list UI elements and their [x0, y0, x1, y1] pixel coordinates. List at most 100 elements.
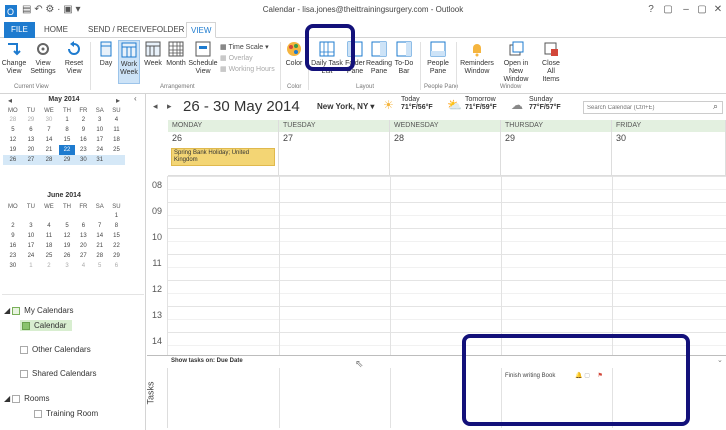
calendar-item[interactable]: Calendar	[20, 320, 73, 331]
overlay-button[interactable]: ▦ Overlay	[220, 53, 275, 64]
month-view-button[interactable]: Month	[164, 40, 188, 68]
close-all-items-button[interactable]: Close All Items	[538, 40, 564, 84]
checkbox[interactable]	[20, 369, 28, 378]
calendar-day[interactable]: 18	[39, 241, 59, 251]
calendar-day[interactable]: 15	[108, 231, 125, 241]
search-calendar-input[interactable]	[583, 101, 723, 114]
minimize-button[interactable]: –	[678, 3, 694, 17]
search-icon[interactable]: ⌕	[713, 101, 718, 112]
reminders-window-button[interactable]: Reminders Window	[460, 40, 494, 76]
calendar-day[interactable]: 12	[59, 231, 75, 241]
all-day-cell[interactable]	[501, 132, 612, 176]
calendar-day[interactable]: 6	[23, 125, 39, 135]
tab-view[interactable]: VIEW	[186, 22, 217, 38]
calendar-day[interactable]: 14	[39, 135, 59, 145]
calendar-day[interactable]: 21	[39, 145, 59, 155]
training-room-item[interactable]: Training Room	[34, 409, 98, 418]
checkbox[interactable]	[12, 394, 21, 403]
calendar-day[interactable]: 24	[23, 251, 39, 261]
calendar-day[interactable]: 7	[92, 221, 108, 231]
rooms-group[interactable]: ◢ Rooms	[4, 394, 50, 403]
all-day-cell[interactable]	[612, 132, 726, 176]
calendar-day[interactable]: 13	[75, 231, 91, 241]
calendar-day[interactable]: 20	[75, 241, 91, 251]
calendar-day[interactable]: 26	[59, 251, 75, 261]
calendar-day[interactable]: 23	[75, 145, 91, 155]
calendar-day[interactable]: 13	[23, 135, 39, 145]
calendar-day[interactable]: 28	[92, 251, 108, 261]
calendar-day[interactable]: 8	[59, 125, 75, 135]
calendar-day[interactable]: 17	[92, 135, 108, 145]
calendar-day[interactable]: 3	[92, 115, 108, 125]
calendar-day[interactable]: 8	[108, 221, 125, 231]
work-week-view-button[interactable]: Work Week	[118, 40, 140, 84]
next-week-arrow[interactable]: ▸	[167, 101, 172, 112]
calendar-day[interactable]: 16	[75, 135, 91, 145]
calendar-day[interactable]: 29	[23, 115, 39, 125]
ribbon-display-button[interactable]: ▢	[660, 3, 676, 17]
calendar-day[interactable]: 28	[3, 115, 23, 125]
calendar-day[interactable]: 5	[92, 261, 108, 271]
time-scale-button[interactable]: ▦ Time Scale ▾	[220, 42, 275, 53]
day-view-button[interactable]: Day	[94, 40, 118, 68]
help-button[interactable]: ?	[643, 3, 659, 17]
close-button[interactable]: ✕	[710, 3, 726, 17]
all-day-event[interactable]: Spring Bank Holiday; United Kingdom	[171, 148, 275, 166]
open-in-new-window-button[interactable]: Open in New Window	[496, 40, 536, 84]
calendar-day[interactable]: 21	[92, 241, 108, 251]
calendar-day[interactable]: 4	[39, 221, 59, 231]
calendar-day[interactable]: 1	[108, 211, 125, 221]
calendar-day[interactable]: 24	[92, 145, 108, 155]
calendar-day[interactable]: 5	[3, 125, 23, 135]
reading-pane-button[interactable]: Reading Pane	[366, 40, 392, 76]
calendar-day[interactable]: 2	[3, 221, 23, 231]
collapse-tasks-icon[interactable]: ⌄	[717, 356, 723, 364]
calendar-day[interactable]: 30	[39, 115, 59, 125]
calendar-day[interactable]: 7	[39, 125, 59, 135]
calendar-day[interactable]: 27	[22, 155, 40, 165]
color-button[interactable]: Color	[283, 40, 305, 68]
calendar-day[interactable]: 3	[59, 261, 75, 271]
calendar-day[interactable]: 2	[39, 261, 59, 271]
calendar-day[interactable]: 27	[75, 251, 91, 261]
calendar-day[interactable]: 30	[3, 261, 23, 271]
calendar-day[interactable]: 19	[3, 145, 23, 155]
working-hours-button[interactable]: ▦ Working Hours	[220, 64, 275, 75]
calendar-day[interactable]: 20	[23, 145, 39, 155]
calendar-day[interactable]: 9	[3, 231, 23, 241]
calendar-day[interactable]: 23	[3, 251, 23, 261]
calendar-day[interactable]: 10	[23, 231, 39, 241]
my-calendars-group[interactable]: ◢ My Calendars	[4, 306, 74, 315]
calendar-day[interactable]: 30	[75, 155, 92, 165]
calendar-day[interactable]: 1	[23, 261, 39, 271]
all-day-cell[interactable]	[279, 132, 390, 176]
checkbox[interactable]	[12, 306, 21, 315]
to-do-bar-button[interactable]: To-Do Bar	[392, 40, 416, 76]
tab-folder[interactable]: FOLDER	[148, 22, 188, 38]
tasks-header[interactable]: Show tasks on: Due Date	[171, 358, 243, 364]
calendar-day[interactable]: 28	[39, 155, 59, 165]
tab-home[interactable]: HOME	[40, 22, 72, 38]
tab-send-receive[interactable]: SEND / RECEIVE	[84, 22, 156, 38]
tab-file[interactable]: FILE	[4, 22, 35, 38]
calendar-day[interactable]: 22	[108, 241, 125, 251]
calendar-day[interactable]: 16	[3, 241, 23, 251]
people-pane-button[interactable]: People Pane	[424, 40, 452, 76]
change-view-button[interactable]: Change View	[0, 40, 28, 76]
calendar-day[interactable]: 25	[39, 251, 59, 261]
calendar-day[interactable]: 11	[39, 231, 59, 241]
calendar-day[interactable]: 26	[3, 155, 23, 165]
calendar-day[interactable]: 6	[75, 221, 91, 231]
calendar-day[interactable]: 11	[108, 125, 125, 135]
view-settings-button[interactable]: View Settings	[28, 40, 58, 76]
calendar-day[interactable]: 25	[108, 145, 125, 155]
calendar-day[interactable]: 1	[59, 115, 75, 125]
all-day-cell[interactable]	[390, 132, 501, 176]
maximize-button[interactable]: ▢	[694, 3, 710, 17]
shared-calendars-group[interactable]: Shared Calendars	[20, 369, 96, 378]
week-view-button[interactable]: Week	[142, 40, 164, 68]
calendar-day[interactable]: 4	[75, 261, 91, 271]
checkbox[interactable]	[34, 409, 42, 418]
calendar-day[interactable]: 31	[91, 155, 108, 165]
calendar-day[interactable]: 2	[75, 115, 91, 125]
